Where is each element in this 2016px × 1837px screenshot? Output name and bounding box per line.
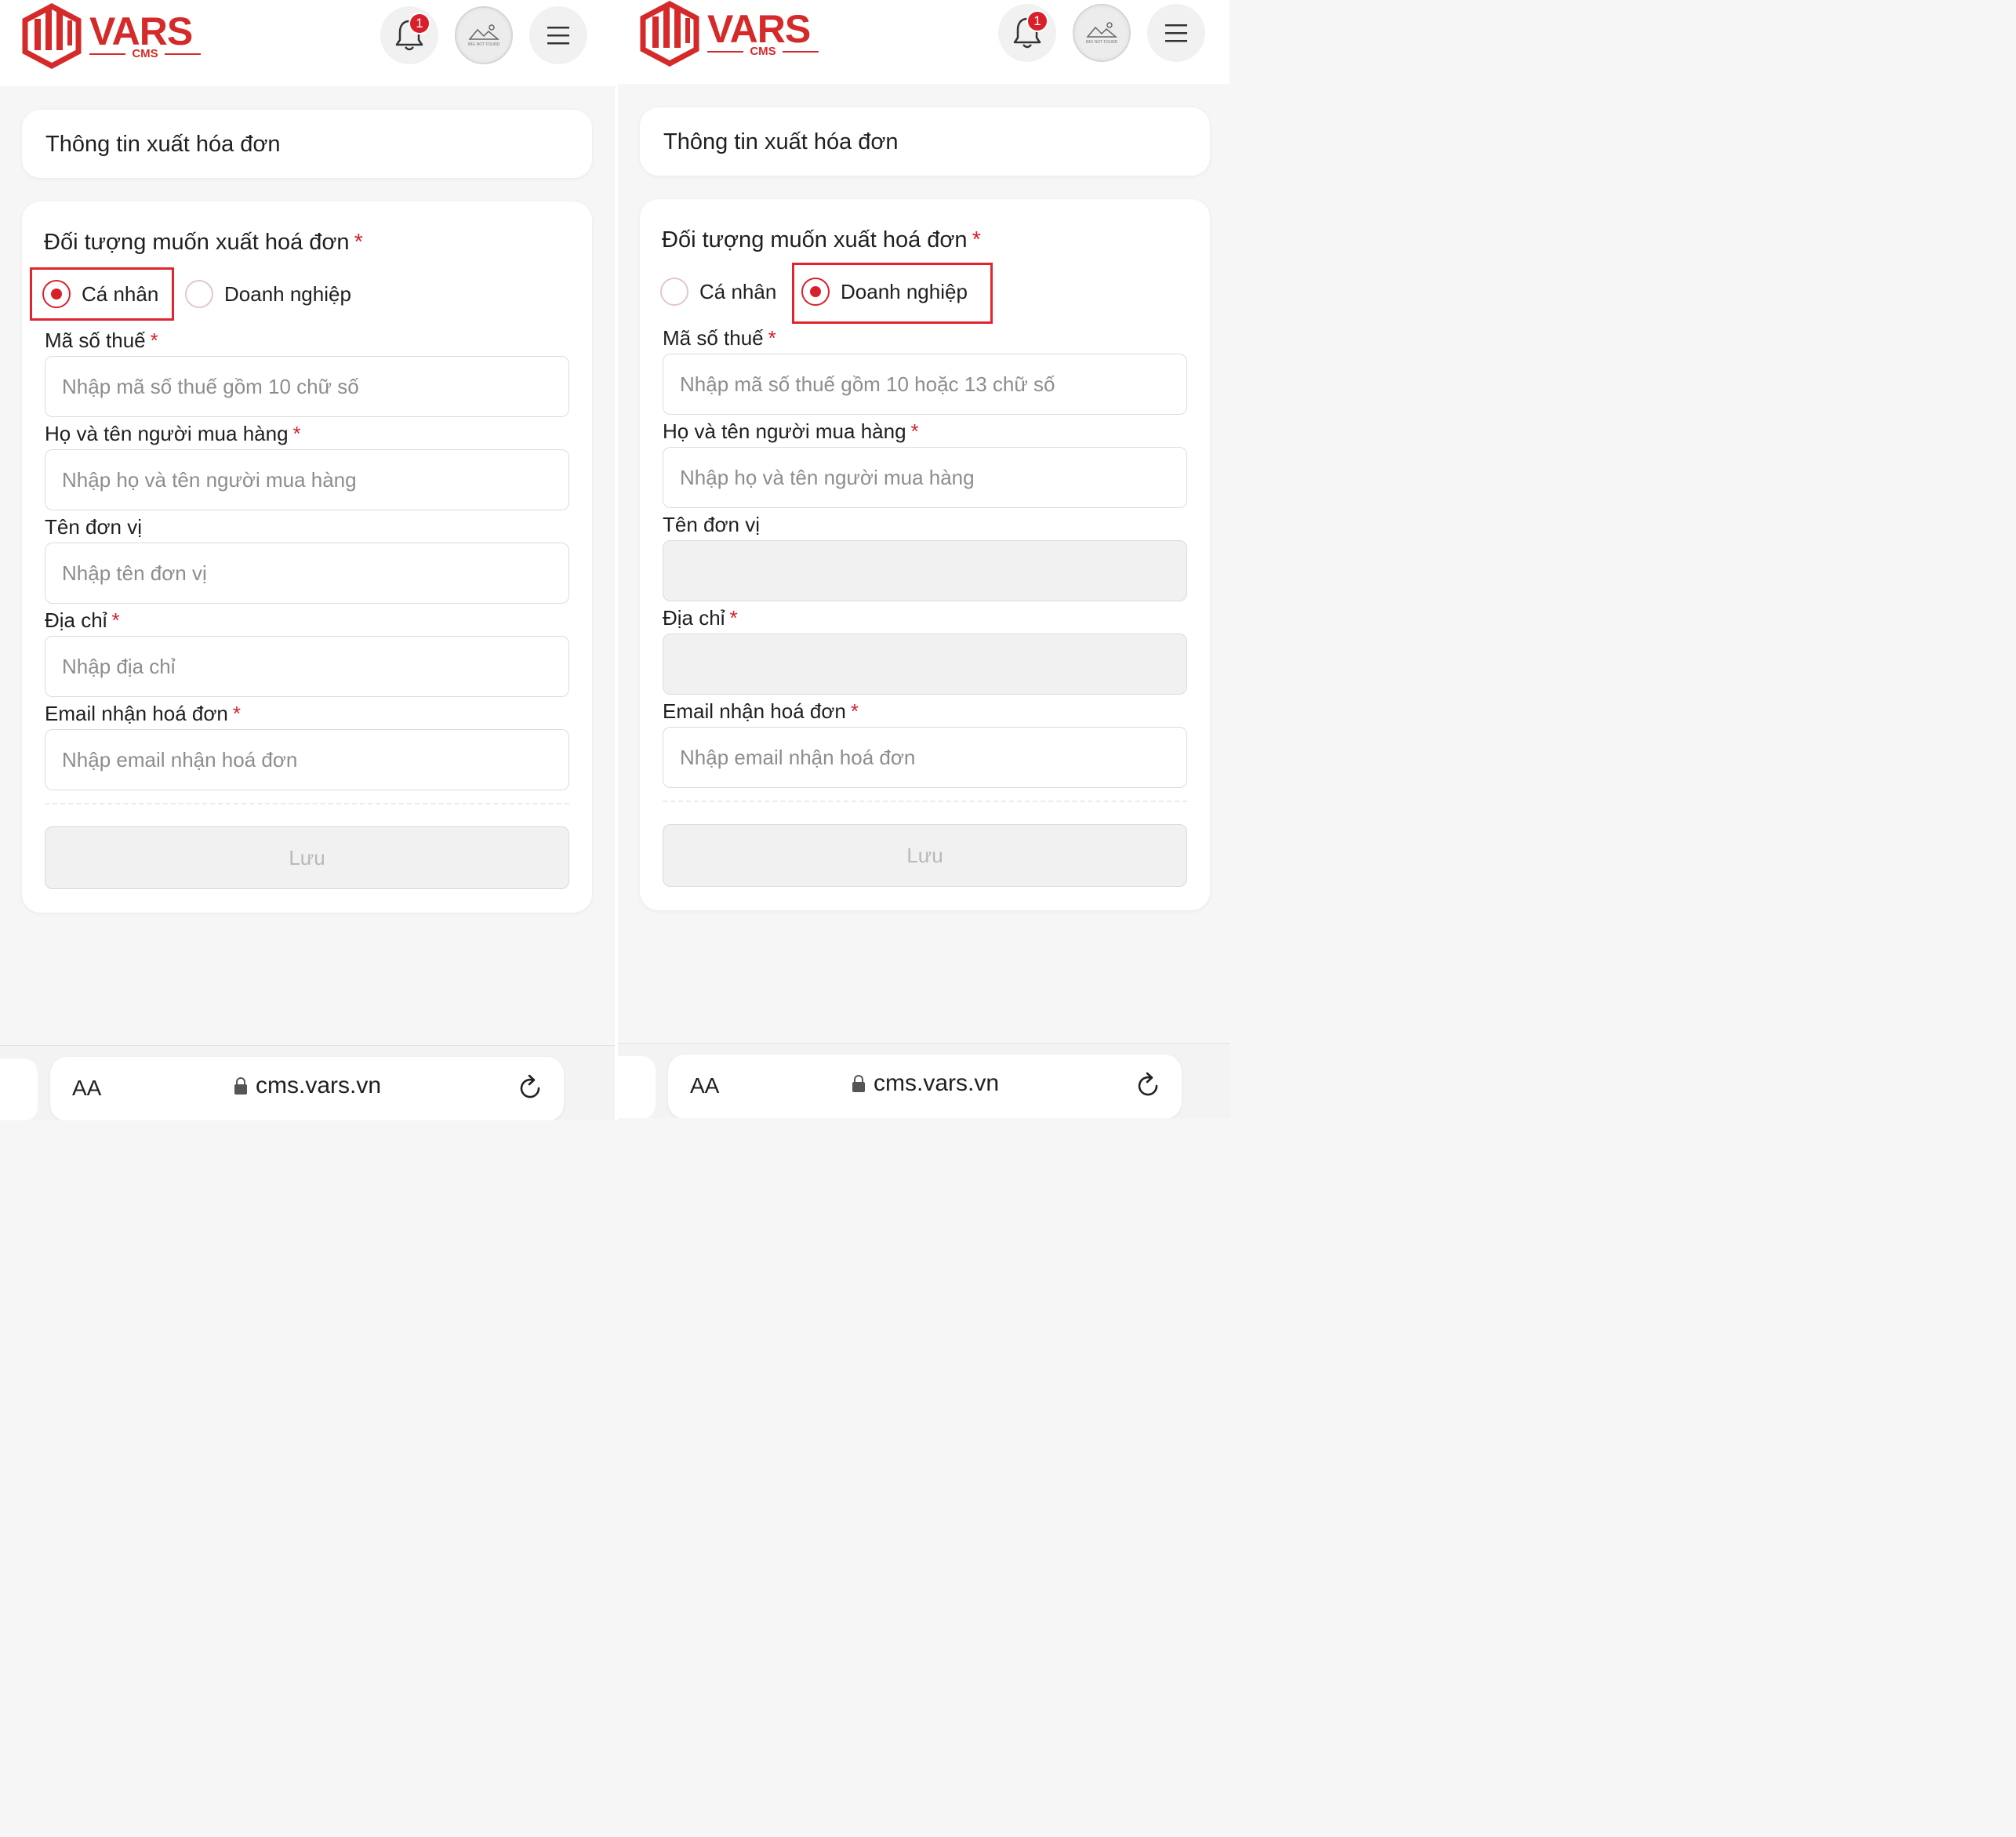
image-placeholder-icon — [468, 24, 499, 40]
buyer-label: Họ và tên người mua hàng * — [663, 419, 919, 443]
title-card: Thông tin xuất hóa đơn — [640, 107, 1210, 176]
left-screen: VARS CMS 1 IMG NOT FOUND Thông tin xuất … — [0, 0, 615, 1120]
invoice-form: Đối tượng muốn xuất hoá đơn * Cá nhân Doa… — [22, 201, 592, 913]
address-bar[interactable]: AA cms.vars.vn — [50, 1057, 564, 1120]
vars-logo[interactable]: VARS CMS — [640, 1, 828, 67]
avatar-button[interactable]: IMG NOT FOUND — [1073, 4, 1131, 62]
text-size-button[interactable]: AA — [72, 1076, 101, 1101]
target-label: Đối tượng muốn xuất hoá đơn * — [662, 227, 981, 252]
email-field[interactable] — [663, 727, 1187, 788]
logo-mark-icon — [22, 3, 82, 69]
page-title: Thông tin xuất hóa đơn — [663, 129, 899, 154]
text-size-button[interactable]: AA — [690, 1073, 719, 1098]
invoice-form: Đối tượng muốn xuất hoá đơn * Cá nhân Doa… — [640, 199, 1210, 910]
avatar: IMG NOT FOUND — [1077, 8, 1127, 58]
address-input[interactable] — [45, 637, 568, 696]
url-display[interactable]: cms.vars.vn — [852, 1070, 999, 1097]
previous-tab[interactable] — [0, 1058, 38, 1120]
buyer-field[interactable] — [45, 449, 569, 510]
email-input[interactable] — [45, 730, 568, 790]
buyer-label: Họ và tên người mua hàng * — [45, 422, 301, 445]
address-label: Địa chỉ * — [663, 606, 738, 630]
target-label: Đối tượng muốn xuất hoá đơn * — [44, 230, 363, 255]
menu-button[interactable] — [1147, 4, 1205, 62]
notification-badge: 1 — [1026, 10, 1048, 32]
selection-highlight — [30, 267, 174, 321]
logo-mark-icon — [640, 1, 699, 67]
address-field-disabled — [663, 634, 1187, 695]
brand-sub: CMS — [89, 47, 201, 61]
unit-label: Tên đơn vị — [45, 515, 142, 539]
form-divider — [45, 803, 569, 804]
brand-sub: CMS — [707, 45, 819, 59]
app-header: VARS CMS 1 IMG NOT FOUND — [0, 0, 615, 86]
reload-icon — [520, 1074, 540, 1098]
tax-field[interactable] — [663, 354, 1187, 415]
email-input[interactable] — [663, 728, 1186, 787]
unit-input — [663, 541, 1186, 601]
page-title: Thông tin xuất hóa đơn — [45, 132, 281, 157]
radio-individual[interactable]: Cá nhân — [660, 265, 776, 318]
buyer-input[interactable] — [45, 450, 568, 510]
reload-button[interactable] — [518, 1074, 543, 1106]
right-screen: VARS CMS 1 IMG NOT FOUND Thông tin xuất … — [618, 0, 1230, 1118]
address-bar[interactable]: AA cms.vars.vn — [668, 1055, 1182, 1118]
radio-unchecked-icon — [185, 280, 213, 308]
email-field[interactable] — [45, 729, 569, 790]
unit-field-disabled — [663, 540, 1187, 601]
radio-business[interactable]: Doanh nghiệp — [185, 267, 351, 321]
lock-icon — [852, 1075, 865, 1092]
avatar: IMG NOT FOUND — [459, 10, 509, 60]
lock-icon — [234, 1077, 247, 1095]
target-radio-group: Cá nhân Doanh nghiệp — [30, 267, 580, 321]
screenshot-root: VARS CMS 1 IMG NOT FOUND Thông tin xuất … — [0, 0, 1230, 1120]
unit-input[interactable] — [45, 543, 568, 603]
image-placeholder-icon — [1086, 22, 1117, 38]
browser-toolbar: AA cms.vars.vn — [618, 1043, 1230, 1118]
address-label: Địa chỉ * — [45, 608, 120, 632]
buyer-field[interactable] — [663, 447, 1187, 508]
form-divider — [663, 801, 1187, 802]
avatar-button[interactable]: IMG NOT FOUND — [455, 6, 513, 64]
hamburger-icon — [1165, 24, 1187, 42]
reload-button[interactable] — [1136, 1072, 1161, 1104]
menu-button[interactable] — [529, 6, 587, 64]
reload-icon — [1138, 1072, 1158, 1096]
vars-logo[interactable]: VARS CMS — [22, 3, 210, 69]
tax-field[interactable] — [45, 356, 569, 417]
save-button[interactable]: Lưu — [663, 824, 1187, 887]
tax-input[interactable] — [663, 354, 1186, 414]
tax-label: Mã số thuế * — [663, 326, 776, 350]
notification-button[interactable]: 1 — [380, 6, 438, 64]
unit-label: Tên đơn vị — [663, 513, 760, 536]
notification-badge: 1 — [409, 13, 430, 34]
buyer-input[interactable] — [663, 448, 1186, 507]
hamburger-icon — [547, 27, 569, 45]
address-field[interactable] — [45, 636, 569, 697]
email-label: Email nhận hoá đơn * — [663, 699, 859, 723]
notification-button[interactable]: 1 — [998, 4, 1056, 62]
address-input — [663, 634, 1186, 694]
browser-toolbar: AA cms.vars.vn — [0, 1045, 615, 1120]
url-display[interactable]: cms.vars.vn — [234, 1073, 381, 1099]
radio-unchecked-icon — [660, 278, 688, 306]
email-label: Email nhận hoá đơn * — [45, 702, 241, 725]
save-button[interactable]: Lưu — [45, 826, 569, 889]
unit-field[interactable] — [45, 543, 569, 604]
selection-highlight — [792, 263, 993, 324]
app-header: VARS CMS 1 IMG NOT FOUND — [618, 0, 1230, 84]
previous-tab[interactable] — [618, 1056, 656, 1118]
tax-input[interactable] — [45, 357, 568, 416]
tax-label: Mã số thuế * — [45, 329, 158, 352]
target-radio-group: Cá nhân Doanh nghiệp — [649, 263, 1198, 324]
title-card: Thông tin xuất hóa đơn — [22, 110, 592, 178]
